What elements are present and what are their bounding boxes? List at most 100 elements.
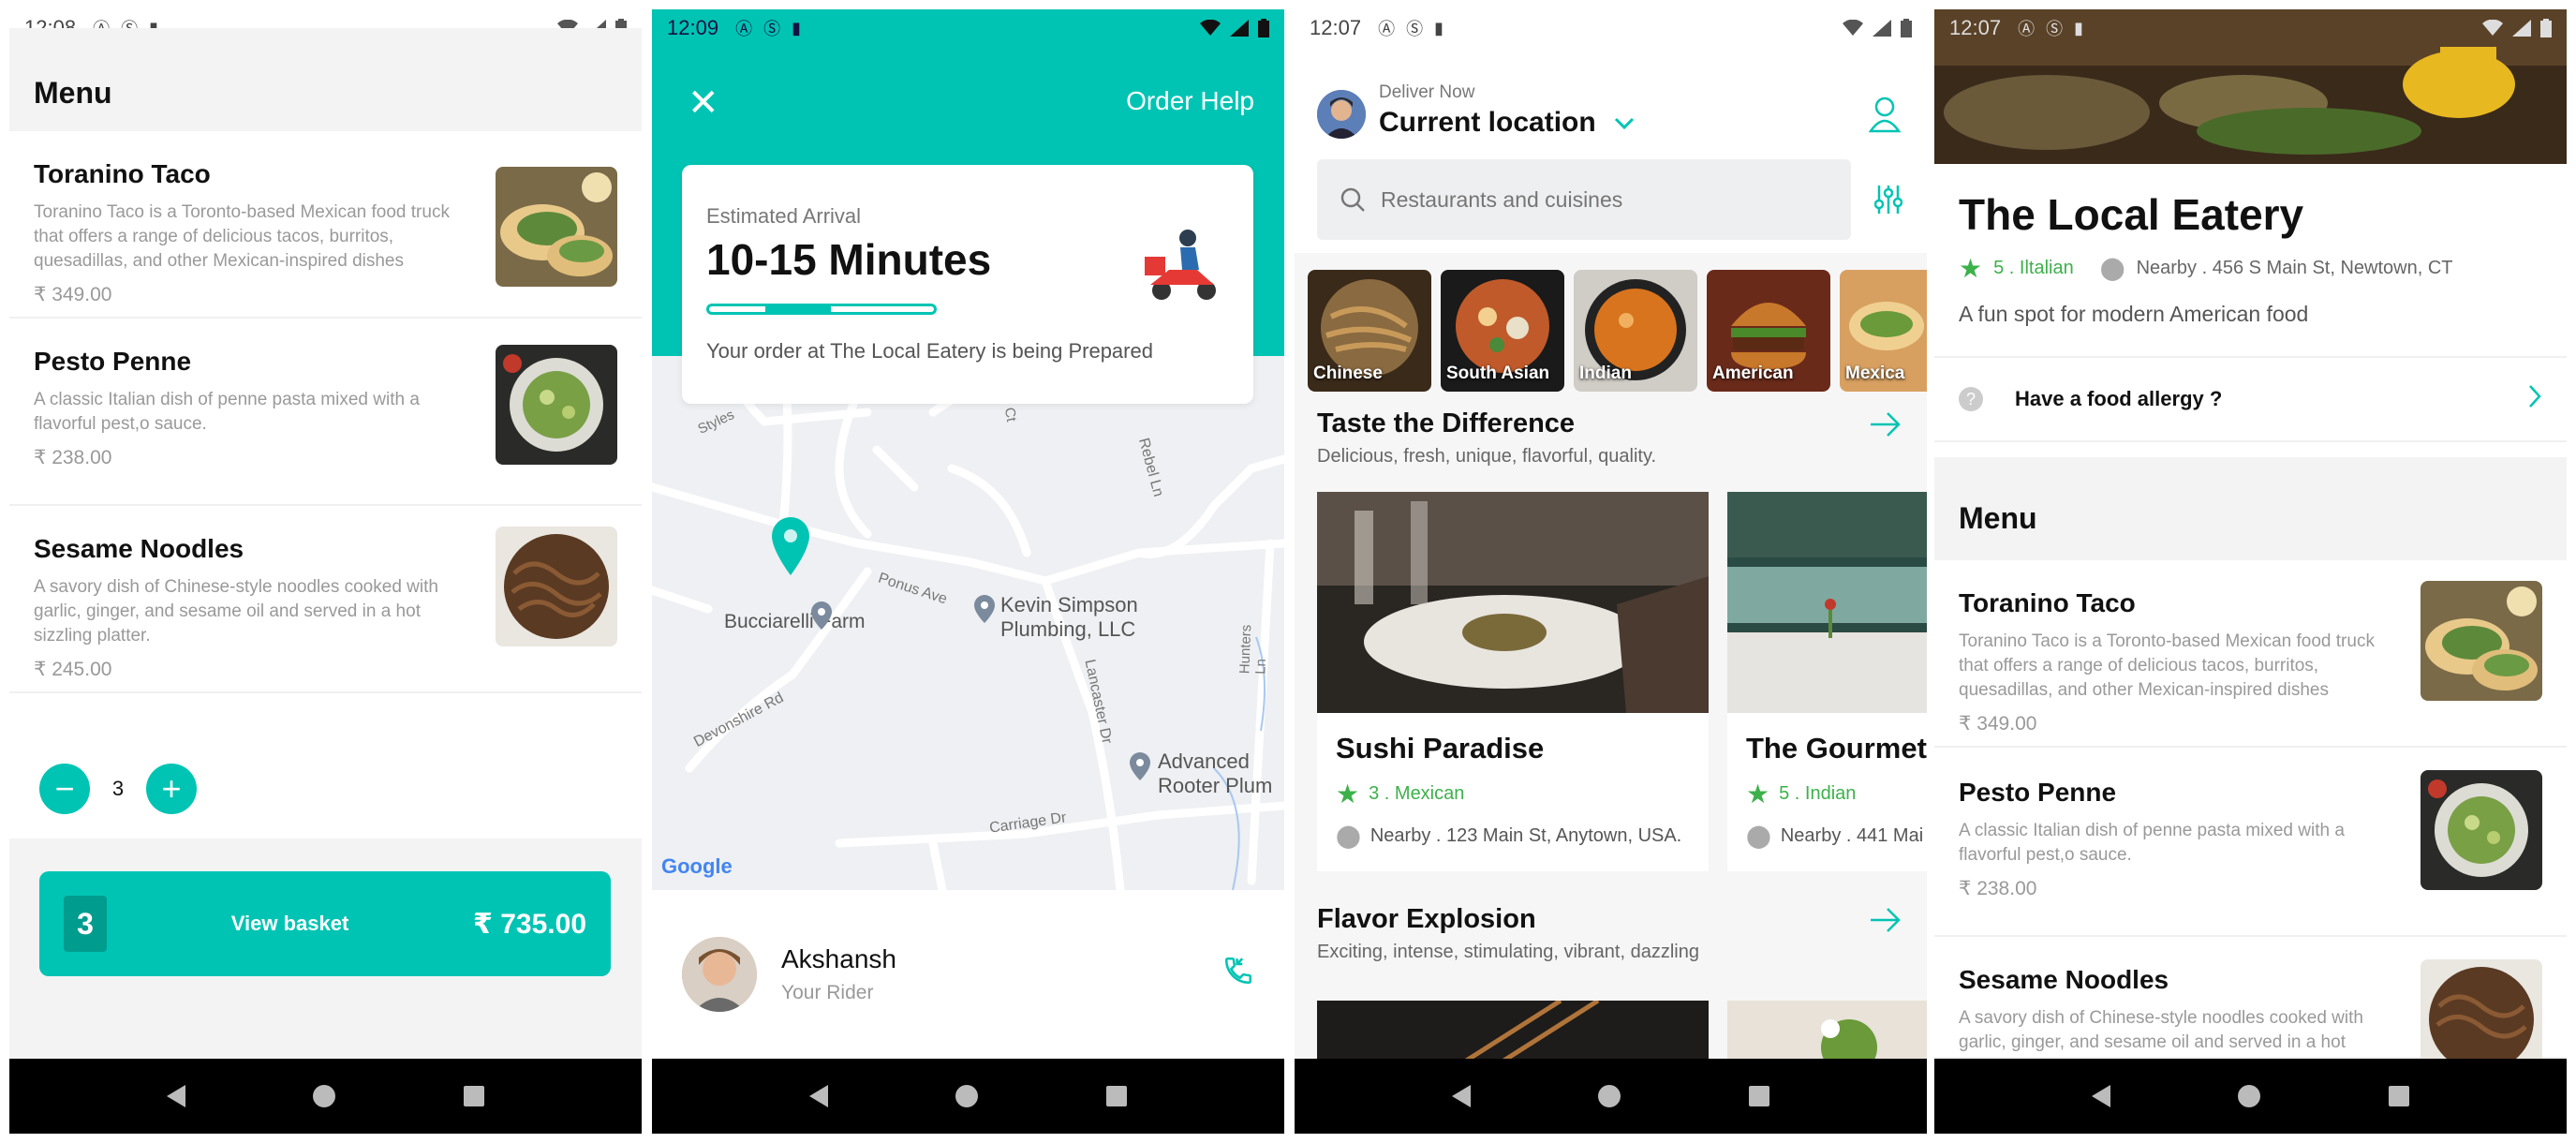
arrow-right-icon[interactable] xyxy=(1869,906,1902,939)
home-icon[interactable] xyxy=(1598,1085,1621,1107)
rating-text: 3 . Mexican xyxy=(1369,783,1465,804)
notification-icon: Ⓐ xyxy=(1378,20,1396,38)
filter-icon[interactable] xyxy=(1873,184,1903,220)
rating-text: 5 . Indian xyxy=(1779,783,1857,804)
restaurant-card[interactable]: Sushi Paradise ★ 3 . Mexican ⬤ Nearby . … xyxy=(1317,492,1709,871)
decrement-button[interactable]: − xyxy=(39,764,90,814)
category-south-asian[interactable]: South Asian xyxy=(1441,270,1564,392)
status-time: 12:09 xyxy=(667,16,719,39)
view-basket-button[interactable]: 3 View basket ₹ 735.00 xyxy=(39,871,611,976)
back-icon[interactable] xyxy=(809,1085,829,1107)
notification-icon: Ⓐ xyxy=(735,20,753,38)
notification-icon: Ⓢ xyxy=(763,20,781,38)
tracking-screen: Styles Ct Rebel Ln Ponus Ave Bucciarelli… xyxy=(652,9,1284,1134)
status-bar: 12:09 Ⓐ Ⓢ ▮ xyxy=(652,9,1284,47)
restaurant-card[interactable] xyxy=(1727,1001,1927,1066)
restaurant-image xyxy=(1317,492,1709,713)
address-text: Nearby . 123 Main St, Anytown, USA. xyxy=(1369,825,1682,846)
allergy-prompt: Have a food allergy ? xyxy=(2015,387,2223,410)
category-label: Mexica xyxy=(1845,364,1905,383)
search-input[interactable] xyxy=(1381,186,1812,213)
map-place-line: Advanced xyxy=(1158,750,1250,773)
category-label: South Asian xyxy=(1446,364,1550,383)
category-american[interactable]: American xyxy=(1707,270,1830,392)
star-icon: ★ xyxy=(1336,779,1360,809)
map-place-label: Bucciarelli Farm xyxy=(724,611,866,632)
restaurant-meta: ★ 5 . Iltalian ⬤ Nearby . 456 S Main St,… xyxy=(1959,253,2453,284)
increment-button[interactable]: + xyxy=(146,764,197,814)
restaurant-name: The Local Eatery xyxy=(1959,190,2304,239)
home-icon[interactable] xyxy=(2238,1085,2261,1107)
location-selector[interactable]: Current location xyxy=(1379,107,1636,139)
system-nav-bar xyxy=(9,1059,642,1134)
eta-progress-fill xyxy=(765,304,831,315)
phone-icon[interactable] xyxy=(1222,955,1254,995)
home-icon[interactable] xyxy=(955,1085,979,1107)
back-icon[interactable] xyxy=(1452,1085,1472,1107)
restaurant-card[interactable] xyxy=(1317,1001,1709,1066)
pin-icon: ⬤ xyxy=(2099,256,2125,281)
pasta-image xyxy=(496,345,617,465)
back-icon[interactable] xyxy=(167,1085,186,1107)
menu-item[interactable]: Pesto Penne A classic Italian dish of pe… xyxy=(1934,750,2567,937)
home-icon[interactable] xyxy=(313,1085,336,1107)
map[interactable]: Styles Ct Rebel Ln Ponus Ave Bucciarelli… xyxy=(652,351,1284,895)
recents-icon[interactable] xyxy=(463,1086,484,1106)
basket-label: View basket xyxy=(230,912,349,935)
category-mexican[interactable]: Mexica xyxy=(1840,270,1927,392)
pasta-image xyxy=(2421,770,2542,890)
avatar xyxy=(682,937,757,1012)
section-subtitle: Delicious, fresh, unique, flavorful, qua… xyxy=(1317,446,1657,467)
wifi-icon xyxy=(1843,20,1863,36)
section-title: Flavor Explosion xyxy=(1317,904,1536,934)
close-icon[interactable]: ✕ xyxy=(688,84,719,122)
menu-item[interactable]: Sesame Noodles A savory dish of Chinese-… xyxy=(9,506,642,693)
restaurant-description: A fun spot for modern American food xyxy=(1959,302,2309,326)
current-location-label: Current location xyxy=(1379,107,1596,138)
sd-card-icon: ▮ xyxy=(792,18,801,37)
restaurant-card[interactable]: The Gourmet ★ 5 . Indian ⬤ Nearby . 441 … xyxy=(1727,492,1927,871)
menu-item[interactable]: Toranino Taco Toranino Taco is a Toronto… xyxy=(1934,560,2567,748)
avatar[interactable] xyxy=(1317,90,1366,139)
recents-icon[interactable] xyxy=(1105,1086,1127,1106)
menu-item[interactable]: Toranino Taco Toranino Taco is a Toronto… xyxy=(9,131,642,319)
restaurant-name: The Gourmet xyxy=(1746,732,1927,764)
basket-count: 3 xyxy=(64,896,107,952)
order-help-link[interactable]: Order Help xyxy=(1126,86,1254,116)
basket-total: ₹ 735.00 xyxy=(473,908,586,940)
pin-icon xyxy=(811,601,832,634)
menu-item[interactable]: Sesame Noodles A savory dish of Chinese-… xyxy=(1934,937,2567,1079)
pin-icon xyxy=(974,595,995,628)
quantity-stepper: − 3 + xyxy=(39,764,197,814)
recents-icon[interactable] xyxy=(2388,1086,2409,1106)
address-text: Nearby . 456 S Main St, Newtown, CT xyxy=(2136,258,2453,278)
category-chinese[interactable]: Chinese xyxy=(1308,270,1431,392)
order-status-message: Your order at The Local Eatery is being … xyxy=(706,339,1153,363)
menu-item-description: Toranino Taco is a Toronto-based Mexican… xyxy=(1959,631,2375,700)
recents-icon[interactable] xyxy=(1748,1086,1769,1106)
google-logo: Google xyxy=(661,854,733,878)
address-text: Nearby . 441 Mai xyxy=(1780,825,1924,846)
back-icon[interactable] xyxy=(2092,1085,2111,1107)
menu-item-description: A classic Italian dish of penne pasta mi… xyxy=(34,390,420,434)
taco-image xyxy=(496,167,617,287)
battery-icon xyxy=(1901,19,1912,37)
menu-header: Menu xyxy=(1934,457,2567,560)
restaurant-screen: 12:07 Ⓐ Ⓢ ▮ The Local Eatery ★ 5 . Iltal… xyxy=(1934,9,2567,1134)
category-label: Indian xyxy=(1579,364,1632,383)
food-allergy-row[interactable]: ? Have a food allergy ? xyxy=(1934,356,2567,442)
menu-item[interactable]: Pesto Penne A classic Italian dish of pe… xyxy=(9,319,642,506)
deliver-now-label: Deliver Now xyxy=(1379,82,1475,102)
search-icon xyxy=(1340,187,1365,212)
destination-pin-icon[interactable] xyxy=(772,517,809,580)
category-label: American xyxy=(1712,364,1794,383)
search-bar[interactable] xyxy=(1317,159,1851,240)
user-icon[interactable] xyxy=(1868,96,1902,138)
map-place-line: Plumbing, LLC xyxy=(1000,617,1136,641)
wifi-icon xyxy=(2482,20,2503,36)
chevron-down-icon xyxy=(1614,117,1635,130)
rider-info: Akshansh Your Rider xyxy=(757,944,896,1004)
arrow-right-icon[interactable] xyxy=(1869,410,1902,443)
category-indian[interactable]: Indian xyxy=(1574,270,1697,392)
map-street-label: Hunters Ln xyxy=(1236,624,1269,675)
